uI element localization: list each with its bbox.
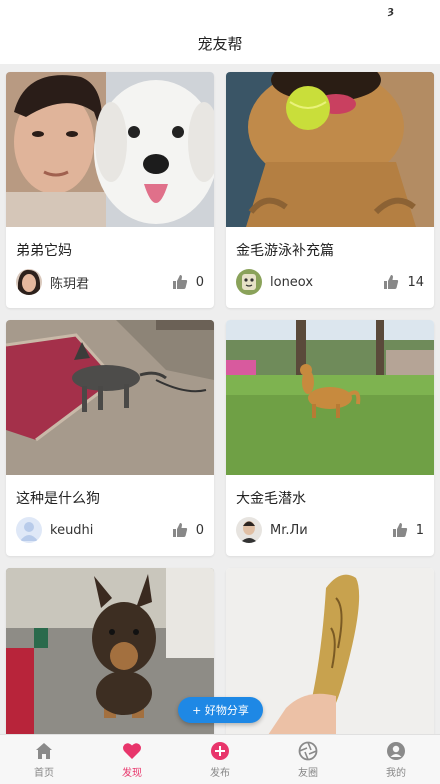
author-name[interactable]: keudhi: [50, 523, 93, 538]
post-photo[interactable]: [6, 72, 214, 227]
post-title[interactable]: 弟弟它妈: [16, 240, 72, 260]
post-author[interactable]: loneox: [236, 268, 313, 296]
avatar[interactable]: [236, 269, 262, 295]
tab-label: 发布: [210, 767, 230, 779]
tab-circle[interactable]: 友圈: [264, 735, 352, 784]
post-title[interactable]: 大金毛潜水: [236, 488, 306, 508]
thumbs-up-icon: [172, 523, 187, 537]
author-name[interactable]: loneox: [270, 275, 313, 290]
post-card[interactable]: 弟弟它妈 陈玥君 0: [6, 72, 214, 308]
post-title[interactable]: 这种是什么狗: [16, 488, 100, 508]
author-name[interactable]: 陈玥君: [50, 273, 89, 292]
header: 宠友帮: [0, 22, 440, 64]
tab-label: 首页: [34, 767, 54, 779]
post-title[interactable]: 金毛游泳补充篇: [236, 240, 334, 260]
like-count: 14: [407, 274, 424, 290]
plus-circle-icon: [211, 741, 229, 760]
feed-grid[interactable]: 弟弟它妈 陈玥君 0 金毛游泳补充篇 loneox 14 这种是什么狗 keud…: [0, 64, 440, 734]
post-photo[interactable]: [6, 320, 214, 475]
like-count: 0: [195, 522, 204, 538]
tab-discover[interactable]: 发现: [88, 735, 176, 784]
aperture-icon: [298, 741, 318, 760]
author-name[interactable]: Mr.Ли: [270, 523, 308, 538]
tab-home[interactable]: 首页: [0, 735, 88, 784]
avatar[interactable]: [236, 517, 262, 543]
like-count: 1: [415, 522, 424, 538]
post-photo[interactable]: [226, 320, 434, 475]
post-author[interactable]: 陈玥君: [16, 268, 89, 296]
post-photo[interactable]: [226, 72, 434, 227]
page-title: 宠友帮: [197, 34, 243, 53]
user-icon: [387, 741, 405, 760]
post-card[interactable]: 金毛游泳补充篇 loneox 14: [226, 72, 434, 308]
tab-label: 发现: [122, 767, 142, 779]
thumbs-up-icon: [172, 275, 187, 289]
tab-label: 友圈: [298, 767, 318, 779]
tab-publish[interactable]: 发布: [176, 735, 264, 784]
like-count: 0: [195, 274, 204, 290]
avatar[interactable]: [16, 517, 42, 543]
like-button[interactable]: 0: [172, 272, 204, 292]
avatar[interactable]: [16, 269, 42, 295]
tab-label: 我的: [386, 767, 406, 779]
share-item-button[interactable]: + 好物分享: [178, 697, 263, 723]
thumbs-up-icon: [384, 275, 399, 289]
heart-icon: [123, 742, 141, 759]
bottom-tab-bar: 首页 发现 发布 友圈 我的: [0, 734, 440, 784]
thumbs-up-icon: [392, 523, 407, 537]
like-button[interactable]: 14: [383, 272, 424, 292]
like-button[interactable]: 0: [172, 520, 204, 540]
tab-profile[interactable]: 我的: [352, 735, 440, 784]
post-card[interactable]: 大金毛潜水 Mr.Ли 1: [226, 320, 434, 556]
post-author[interactable]: keudhi: [16, 516, 93, 544]
status-bar: ȝ: [0, 0, 440, 22]
home-icon: [36, 742, 52, 759]
status-indicator-icon: ȝ: [387, 4, 394, 17]
post-author[interactable]: Mr.Ли: [236, 516, 308, 544]
post-card[interactable]: 这种是什么狗 keudhi 0: [6, 320, 214, 556]
like-button[interactable]: 1: [392, 520, 424, 540]
